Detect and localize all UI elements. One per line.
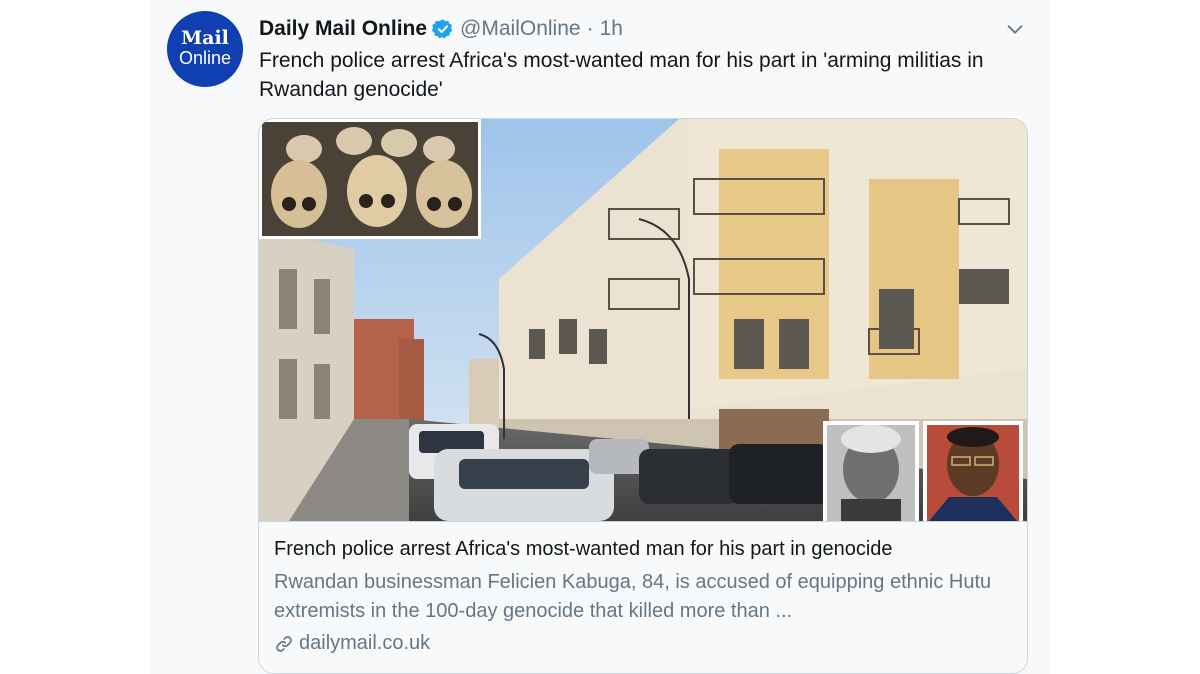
timestamp[interactable]: 1h — [600, 17, 623, 41]
card-body[interactable]: French police arrest Africa's most-wante… — [259, 521, 1027, 673]
screenshot-stage: Mail Online Daily Mail Online @MailOnlin… — [0, 0, 1200, 674]
avatar[interactable]: Mail Online — [167, 11, 243, 87]
separator-dot: · — [586, 17, 594, 40]
card-image-illustration — [259, 119, 1027, 521]
author-name[interactable]: Daily Mail Online — [259, 17, 427, 41]
link-icon — [274, 634, 294, 654]
tweet[interactable]: Mail Online Daily Mail Online @MailOnlin… — [150, 0, 1050, 674]
link-preview-card[interactable]: French police arrest Africa's most-wante… — [258, 118, 1028, 674]
chevron-down-icon[interactable] — [1004, 18, 1026, 40]
tweet-text: French police arrest Africa's most-wante… — [259, 49, 984, 101]
card-description: Rwandan businessman Felicien Kabuga, 84,… — [274, 571, 992, 622]
card-title: French police arrest Africa's most-wante… — [274, 538, 893, 560]
card-domain-text: dailymail.co.uk — [299, 632, 431, 654]
card-domain: dailymail.co.uk — [274, 632, 430, 655]
avatar-logo-top: Mail — [181, 27, 229, 49]
tweet-header: Daily Mail Online @MailOnline · 1h — [259, 14, 1030, 44]
avatar-logo-bottom: Online — [178, 48, 232, 68]
author-handle[interactable]: @MailOnline — [460, 17, 581, 41]
verified-badge-icon — [432, 18, 454, 40]
card-image[interactable] — [259, 119, 1027, 521]
